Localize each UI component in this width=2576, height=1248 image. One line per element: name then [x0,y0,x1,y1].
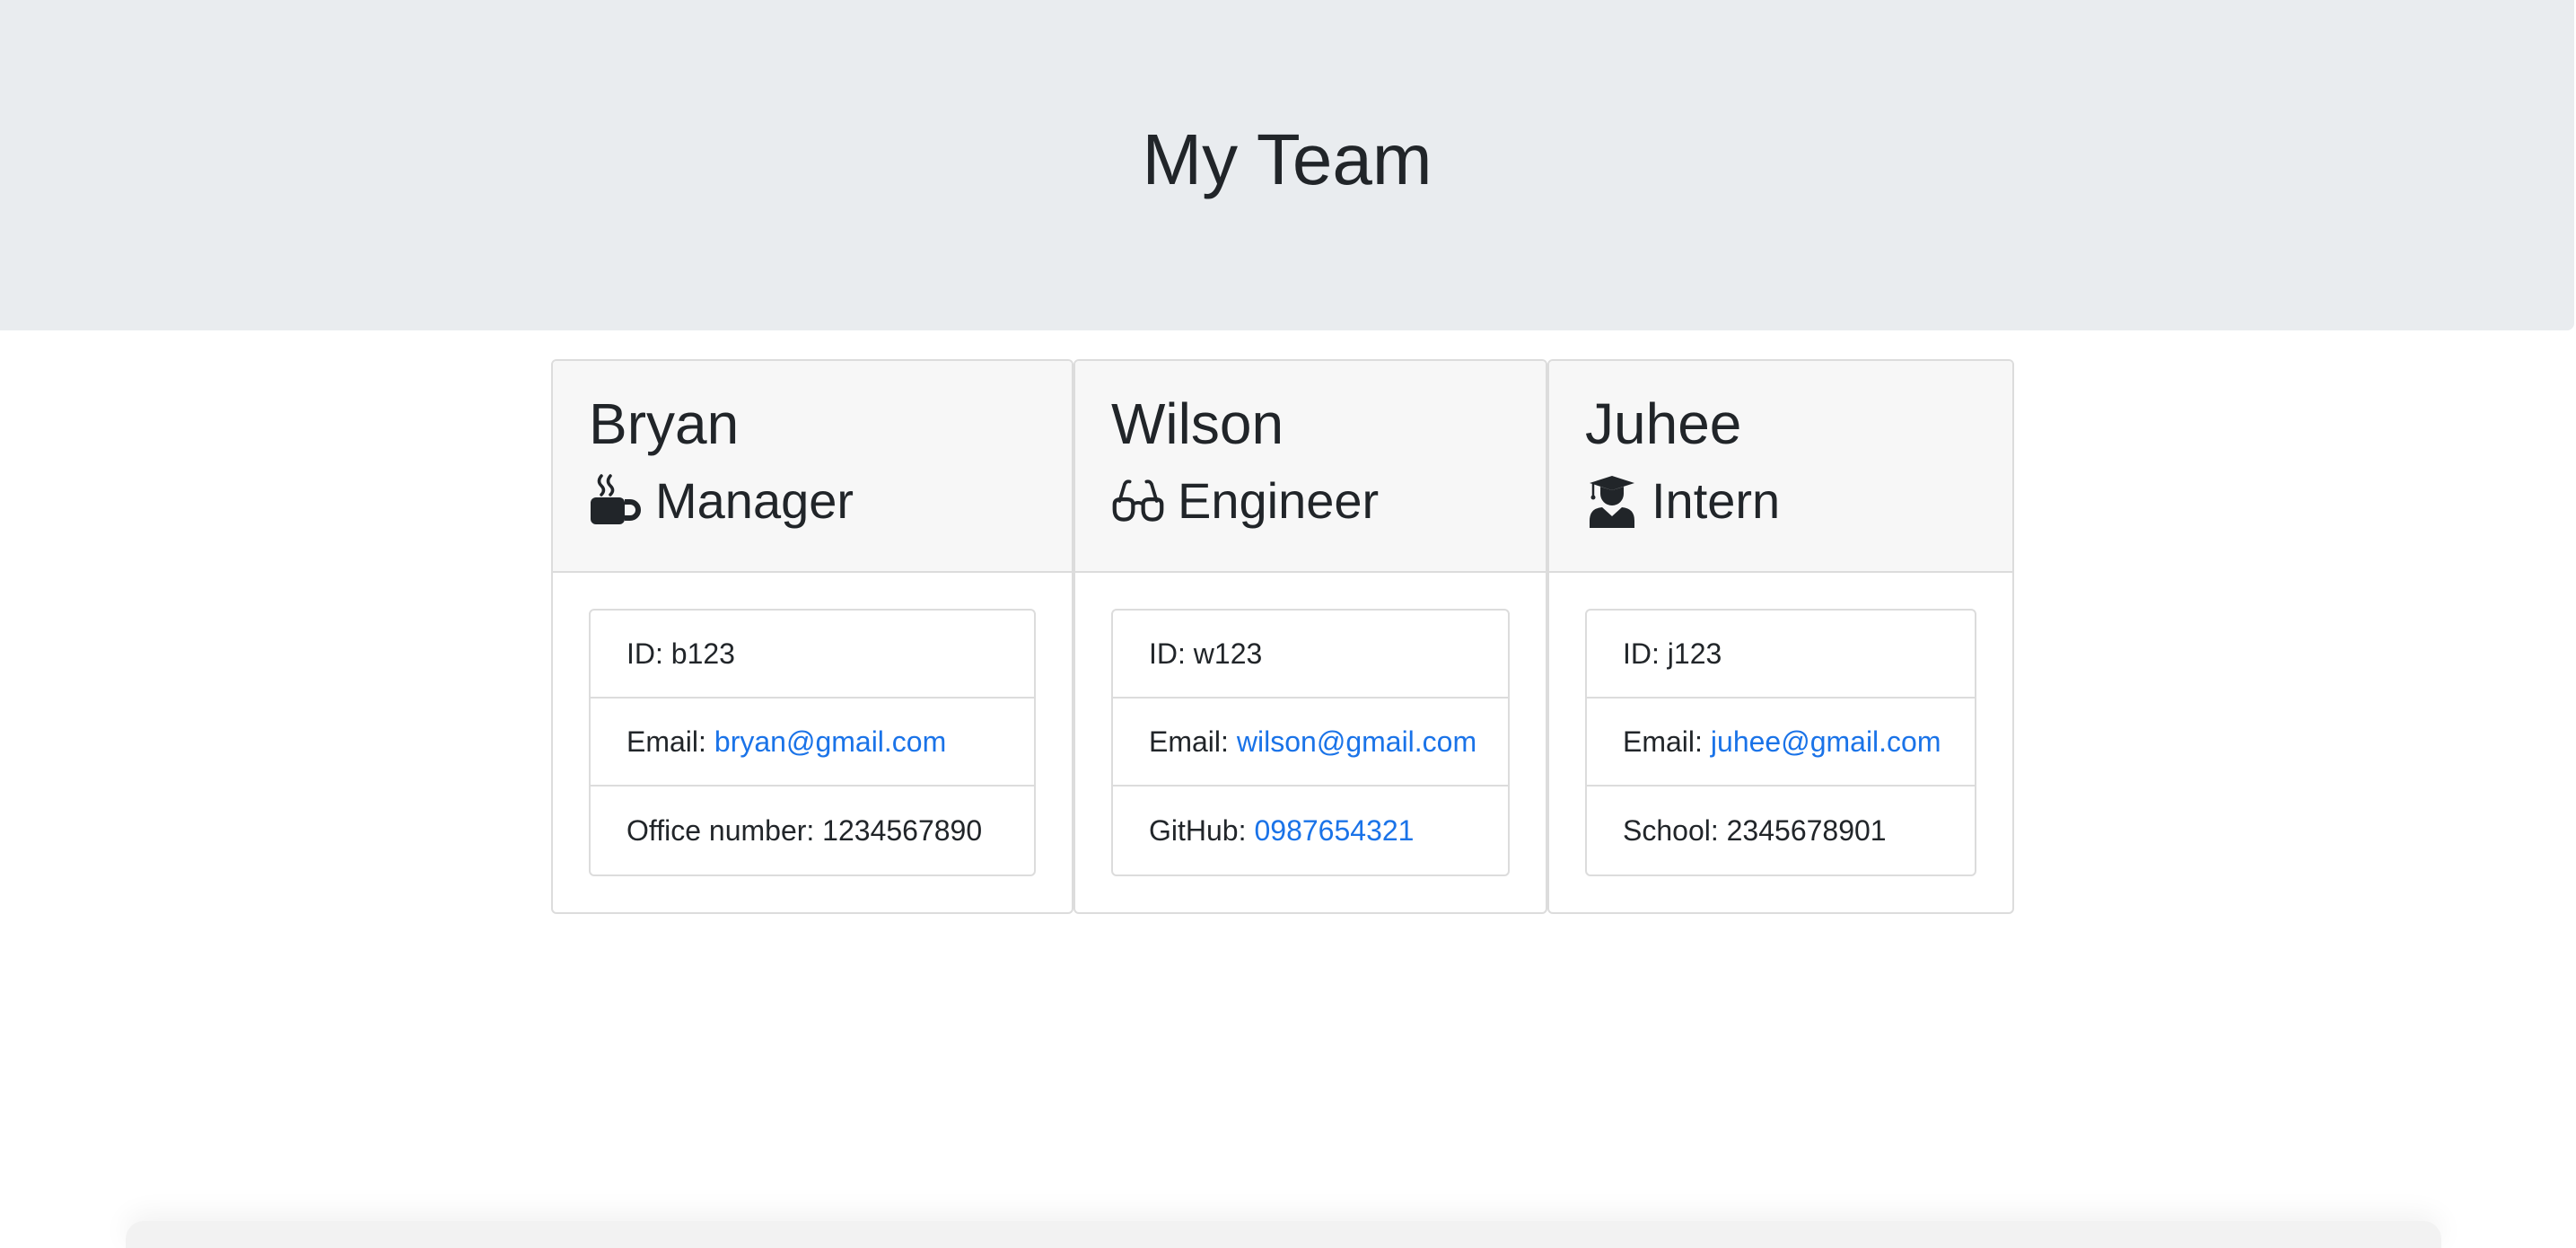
office-number-value: 1234567890 [822,813,983,847]
github-item: GitHub: 0987654321 [1113,787,1508,874]
employee-name: Juhee [1585,391,1742,456]
office-number-label: Office number: [626,813,815,847]
email-item: Email: wilson@gmail.com [1113,699,1508,787]
id-item: ID: j123 [1587,611,1975,699]
github-label: GitHub: [1149,813,1247,847]
id-value: w123 [1193,637,1263,670]
role-label: Intern [1652,472,1781,529]
employee-role: Engineer [1111,469,1510,533]
email-item: Email: juhee@gmail.com [1587,699,1975,787]
school-value: 2345678901 [1726,813,1887,847]
employee-card-intern: Juhee Intern ID: j123 Email: juhee@gmail… [1547,359,2014,914]
card-body: ID: w123 Email: wilson@gmail.com GitHub:… [1075,573,1546,912]
id-label: ID: [1149,637,1186,670]
email-label: Email: [1149,725,1229,758]
email-link[interactable]: bryan@gmail.com [714,725,946,759]
email-item: Email: bryan@gmail.com [591,699,1034,787]
card-header: Bryan Manager [553,361,1072,573]
school-label: School: [1623,813,1719,847]
github-link[interactable]: 0987654321 [1254,814,1414,848]
email-label: Email: [626,725,706,758]
email-link[interactable]: juhee@gmail.com [1711,725,1941,759]
employee-name: Wilson [1111,391,1284,456]
employee-details: ID: w123 Email: wilson@gmail.com GitHub:… [1111,609,1510,876]
card-header: Juhee Intern [1549,361,2012,573]
id-value: j123 [1667,637,1722,670]
school-item: School: 2345678901 [1587,787,1975,874]
id-item: ID: w123 [1113,611,1508,699]
card-body: ID: j123 Email: juhee@gmail.com School: … [1549,573,2012,912]
footer-shadow [126,1221,2441,1248]
email-link[interactable]: wilson@gmail.com [1237,725,1476,759]
id-item: ID: b123 [591,611,1034,699]
card-body: ID: b123 Email: bryan@gmail.com Office n… [553,573,1072,912]
card-header: Wilson Engineer [1075,361,1546,573]
id-value: b123 [670,637,735,670]
employee-card-engineer: Wilson Engineer ID: w123 Email: wilson@g… [1073,359,1547,914]
page-title: My Team [1142,119,1433,199]
role-label: Manager [655,472,854,529]
employee-card-manager: Bryan Manager ID: b123 Email: bryan@gmai… [551,359,1073,914]
team-cards: Bryan Manager ID: b123 Email: bryan@gmai… [551,359,2014,914]
id-label: ID: [1623,637,1660,670]
mug-hot-icon [589,474,643,528]
user-graduate-icon [1585,474,1639,528]
role-label: Engineer [1178,472,1380,529]
employee-role: Intern [1585,469,1976,533]
employee-role: Manager [589,469,1036,533]
id-label: ID: [626,637,663,670]
employee-details: ID: j123 Email: juhee@gmail.com School: … [1585,609,1976,876]
office-number-item: Office number: 1234567890 [591,787,1034,874]
page-header: My Team [0,0,2574,330]
email-label: Email: [1623,725,1703,758]
employee-name: Bryan [589,391,740,456]
glasses-icon [1111,474,1165,528]
employee-details: ID: b123 Email: bryan@gmail.com Office n… [589,609,1036,876]
